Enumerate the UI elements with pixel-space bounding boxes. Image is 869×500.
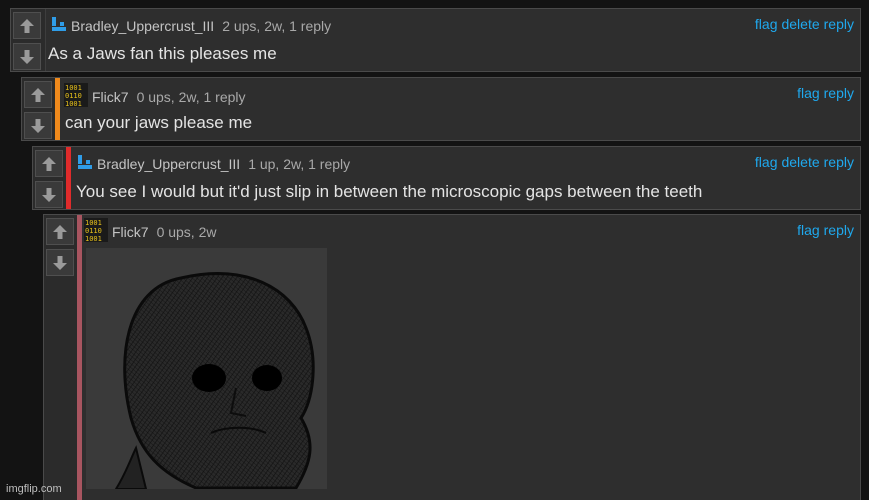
comment-meta: 0 ups, 2w, 1 reply [136,88,246,105]
imgflip-watermark: imgflip.com [6,483,62,495]
blue-l-icon[interactable] [77,154,93,173]
svg-text:1001: 1001 [85,219,102,227]
username-link[interactable]: Flick7 [92,89,129,105]
flag-link[interactable]: flag [755,154,778,170]
username-link[interactable]: Flick7 [112,224,149,240]
reply-link[interactable]: reply [824,222,854,238]
comment-meta: 2 ups, 2w, 1 reply [222,17,332,34]
arrow-up-icon [53,224,67,239]
downvote-button[interactable] [13,43,41,70]
comment-3: Bradley_Uppercrust_III 1 up, 2w, 1 reply… [32,146,861,210]
comment-header: Bradley_Uppercrust_III 1 up, 2w, 1 reply [77,154,350,173]
svg-text:1001: 1001 [65,84,82,92]
reply-link[interactable]: reply [824,16,854,32]
username-link[interactable]: Bradley_Uppercrust_III [71,18,214,34]
arrow-down-icon [20,49,34,64]
svg-text:1001: 1001 [65,100,82,107]
comment-4: 1001 0110 1001 Flick7 0 ups, 2w flag repl… [43,214,861,500]
comment-2: 1001 0110 1001 Flick7 0 ups, 2w, 1 reply… [21,77,861,141]
comment-actions: flag reply [793,222,854,238]
comment-meta: 0 ups, 2w [156,223,217,240]
upvote-button[interactable] [35,150,63,177]
username-link[interactable]: Bradley_Uppercrust_III [97,156,240,172]
comment-actions: flag delete reply [751,16,854,32]
arrow-up-icon [31,87,45,102]
vote-column [44,215,79,500]
svg-text:0110: 0110 [85,227,102,235]
arrow-down-icon [31,118,45,133]
comment-1: Bradley_Uppercrust_III 2 ups, 2w, 1 repl… [10,8,861,72]
comment-header: 1001 0110 1001 Flick7 0 ups, 2w [84,218,217,245]
delete-link[interactable]: delete [781,16,819,32]
comment-text: You see I would but it'd just slip in be… [76,182,703,201]
thread-depth-bar [77,215,82,500]
reply-link[interactable]: reply [824,154,854,170]
binary-icon[interactable]: 1001 0110 1001 [84,218,108,245]
comment-actions: flag delete reply [751,154,854,170]
comment-actions: flag reply [793,85,854,101]
blue-l-icon[interactable] [51,16,67,35]
downvote-button[interactable] [46,249,74,276]
delete-link[interactable]: delete [781,154,819,170]
thread-depth-bar [55,78,60,140]
comment-header: 1001 0110 1001 Flick7 0 ups, 2w, 1 reply [64,83,246,110]
binary-icon[interactable]: 1001 0110 1001 [64,83,88,110]
vote-column [22,78,57,140]
wojak-meme-image[interactable] [86,248,327,489]
downvote-button[interactable] [35,181,63,208]
arrow-down-icon [53,255,67,270]
thread-depth-bar [66,147,71,209]
upvote-button[interactable] [24,81,52,108]
arrow-up-icon [42,156,56,171]
comment-text: can your jaws please me [65,113,253,132]
upvote-button[interactable] [13,12,41,39]
arrow-up-icon [20,18,34,33]
comment-text: As a Jaws fan this pleases me [48,44,277,63]
comment-meta: 1 up, 2w, 1 reply [248,155,351,172]
svg-text:1001: 1001 [85,235,102,242]
arrow-down-icon [42,187,56,202]
flag-link[interactable]: flag [797,85,820,101]
vote-column [11,9,46,71]
comment-header: Bradley_Uppercrust_III 2 ups, 2w, 1 repl… [51,16,331,35]
downvote-button[interactable] [24,112,52,139]
vote-column [33,147,68,209]
upvote-button[interactable] [46,218,74,245]
flag-link[interactable]: flag [797,222,820,238]
svg-text:0110: 0110 [65,92,82,100]
flag-link[interactable]: flag [755,16,778,32]
reply-link[interactable]: reply [824,85,854,101]
